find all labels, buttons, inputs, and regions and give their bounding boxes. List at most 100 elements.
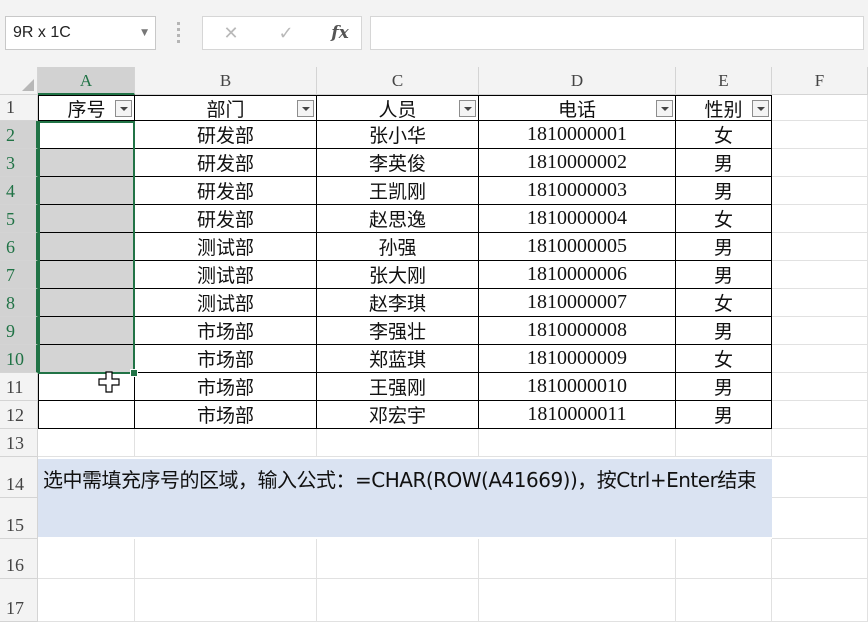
column-header-a[interactable]: A bbox=[38, 67, 135, 95]
filter-dropdown-icon[interactable] bbox=[297, 100, 314, 117]
cell[interactable] bbox=[772, 345, 868, 373]
row-header-10[interactable]: 10 bbox=[0, 345, 38, 373]
table-cell[interactable]: 男 bbox=[676, 373, 772, 401]
cell[interactable] bbox=[135, 539, 317, 579]
formula-input[interactable] bbox=[370, 16, 864, 50]
table-cell[interactable]: 测试部 bbox=[135, 261, 317, 289]
table-cell[interactable]: 研发部 bbox=[135, 205, 317, 233]
row-header-8[interactable]: 8 bbox=[0, 289, 38, 317]
filter-dropdown-icon[interactable] bbox=[459, 100, 476, 117]
serial-cell[interactable] bbox=[38, 345, 135, 373]
table-cell[interactable]: 1810000002 bbox=[479, 149, 676, 177]
column-header-d[interactable]: D bbox=[479, 67, 676, 95]
instruction-note[interactable]: 选中需填充序号的区域，输入公式：=CHAR(ROW(A41669))，按Ctrl… bbox=[38, 459, 772, 537]
serial-cell[interactable] bbox=[38, 121, 135, 149]
filter-dropdown-icon[interactable] bbox=[115, 100, 132, 117]
cell[interactable] bbox=[676, 579, 772, 622]
insert-function-button[interactable]: fx bbox=[325, 23, 355, 43]
table-cell[interactable]: 1810000004 bbox=[479, 205, 676, 233]
table-cell[interactable]: 1810000001 bbox=[479, 121, 676, 149]
cell[interactable] bbox=[676, 539, 772, 579]
table-cell[interactable]: 张小华 bbox=[317, 121, 479, 149]
table-cell[interactable]: 市场部 bbox=[135, 373, 317, 401]
table-cell[interactable]: 男 bbox=[676, 401, 772, 429]
filter-dropdown-icon[interactable] bbox=[752, 100, 769, 117]
select-all-button[interactable] bbox=[0, 67, 38, 95]
row-header-2[interactable]: 2 bbox=[0, 121, 38, 149]
drag-handle-icon[interactable] bbox=[176, 22, 182, 44]
table-cell[interactable]: 市场部 bbox=[135, 345, 317, 373]
cell[interactable] bbox=[317, 579, 479, 622]
cell[interactable] bbox=[317, 539, 479, 579]
row-header-6[interactable]: 6 bbox=[0, 233, 38, 261]
cell[interactable] bbox=[38, 579, 135, 622]
row-header-12[interactable]: 12 bbox=[0, 401, 38, 429]
row-header-7[interactable]: 7 bbox=[0, 261, 38, 289]
column-header-c[interactable]: C bbox=[317, 67, 479, 95]
header-cell[interactable]: 人员 bbox=[317, 95, 479, 121]
table-cell[interactable]: 赵思逸 bbox=[317, 205, 479, 233]
header-cell[interactable]: 电话 bbox=[479, 95, 676, 121]
table-cell[interactable]: 1810000010 bbox=[479, 373, 676, 401]
table-cell[interactable]: 女 bbox=[676, 121, 772, 149]
cell[interactable] bbox=[772, 261, 868, 289]
table-cell[interactable]: 测试部 bbox=[135, 233, 317, 261]
table-cell[interactable]: 1810000009 bbox=[479, 345, 676, 373]
cell[interactable] bbox=[135, 429, 317, 457]
table-cell[interactable]: 女 bbox=[676, 289, 772, 317]
table-cell[interactable]: 男 bbox=[676, 233, 772, 261]
serial-cell[interactable] bbox=[38, 233, 135, 261]
cell[interactable] bbox=[772, 317, 868, 345]
serial-cell[interactable] bbox=[38, 149, 135, 177]
row-header-16[interactable]: 16 bbox=[0, 539, 38, 579]
cell[interactable] bbox=[772, 457, 868, 498]
serial-cell[interactable] bbox=[38, 261, 135, 289]
row-header-4[interactable]: 4 bbox=[0, 177, 38, 205]
table-cell[interactable]: 1810000005 bbox=[479, 233, 676, 261]
fill-handle[interactable] bbox=[130, 369, 138, 377]
filter-dropdown-icon[interactable] bbox=[656, 100, 673, 117]
cell[interactable] bbox=[772, 373, 868, 401]
table-cell[interactable]: 1810000008 bbox=[479, 317, 676, 345]
cell[interactable] bbox=[772, 401, 868, 429]
cell[interactable] bbox=[772, 429, 868, 457]
serial-cell[interactable] bbox=[38, 177, 135, 205]
header-cell[interactable]: 序号 bbox=[38, 95, 135, 121]
table-cell[interactable]: 1810000003 bbox=[479, 177, 676, 205]
table-cell[interactable]: 赵李琪 bbox=[317, 289, 479, 317]
row-header-11[interactable]: 11 bbox=[0, 373, 38, 401]
cell[interactable] bbox=[772, 579, 868, 622]
cell[interactable] bbox=[772, 95, 868, 121]
table-cell[interactable]: 1810000007 bbox=[479, 289, 676, 317]
row-header-17[interactable]: 17 bbox=[0, 579, 38, 622]
serial-cell[interactable] bbox=[38, 289, 135, 317]
serial-cell[interactable] bbox=[38, 205, 135, 233]
cell[interactable] bbox=[676, 429, 772, 457]
header-cell[interactable]: 性别 bbox=[676, 95, 772, 121]
cell[interactable] bbox=[772, 149, 868, 177]
row-header-14[interactable]: 14 bbox=[0, 457, 38, 498]
cell[interactable] bbox=[772, 289, 868, 317]
table-cell[interactable]: 女 bbox=[676, 205, 772, 233]
table-cell[interactable]: 1810000011 bbox=[479, 401, 676, 429]
row-header-13[interactable]: 13 bbox=[0, 429, 38, 457]
table-cell[interactable]: 孙强 bbox=[317, 233, 479, 261]
table-cell[interactable]: 王强刚 bbox=[317, 373, 479, 401]
cell[interactable] bbox=[135, 579, 317, 622]
column-header-b[interactable]: B bbox=[135, 67, 317, 95]
column-header-e[interactable]: E bbox=[676, 67, 772, 95]
chevron-down-icon[interactable]: ▼ bbox=[141, 28, 148, 38]
cell[interactable] bbox=[479, 429, 676, 457]
table-cell[interactable]: 女 bbox=[676, 345, 772, 373]
table-cell[interactable]: 男 bbox=[676, 317, 772, 345]
table-cell[interactable]: 张大刚 bbox=[317, 261, 479, 289]
table-cell[interactable]: 王凯刚 bbox=[317, 177, 479, 205]
serial-cell[interactable] bbox=[38, 317, 135, 345]
table-cell[interactable]: 研发部 bbox=[135, 149, 317, 177]
cell[interactable] bbox=[772, 539, 868, 579]
table-cell[interactable]: 邓宏宇 bbox=[317, 401, 479, 429]
cell[interactable] bbox=[772, 177, 868, 205]
table-cell[interactable]: 1810000006 bbox=[479, 261, 676, 289]
row-header-5[interactable]: 5 bbox=[0, 205, 38, 233]
header-cell[interactable]: 部门 bbox=[135, 95, 317, 121]
